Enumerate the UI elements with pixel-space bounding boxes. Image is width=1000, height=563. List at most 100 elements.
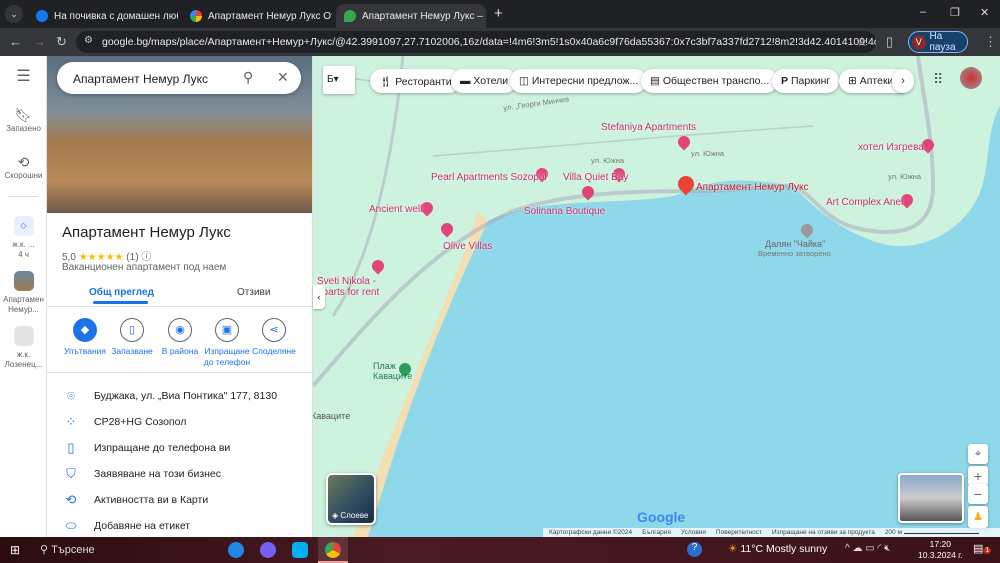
my-location-button[interactable]: ⌖ — [968, 444, 988, 464]
street-label: ул. Южна — [691, 149, 725, 158]
scale-bar[interactable]: 200 м — [885, 528, 979, 537]
maximize-button[interactable]: ❐ — [950, 6, 960, 19]
poi-label[interactable]: Solinaria Boutique — [524, 206, 605, 217]
tab-reviews[interactable]: Отзиви — [237, 287, 270, 298]
chrome-taskbar-button[interactable] — [318, 537, 348, 563]
map-canvas[interactable]: Б▾ 🍴︎ Ресторанти ▬ Хотели ◫ Интересни пр… — [313, 56, 1000, 537]
poi-label[interactable]: Плаж Кавацитe — [373, 361, 412, 381]
terms-link[interactable]: Условия — [681, 528, 706, 537]
divider — [8, 196, 38, 197]
tab-overview[interactable]: Общ преглед — [89, 287, 154, 298]
phone-icon: ▣ — [215, 318, 239, 342]
tab-reviews[interactable]: Апартамент Немур Лукс Отзиви✕ — [182, 4, 332, 28]
chip-parking[interactable]: P Паркинг — [772, 69, 840, 93]
search-icon: ⚲ — [40, 544, 49, 556]
help-icon[interactable]: ? — [687, 542, 702, 557]
taskbar-search[interactable]: ⚲ Търсене — [30, 540, 215, 560]
poi-label[interactable]: Pearl Apartments Sozopol — [431, 172, 547, 183]
selected-place-label[interactable]: Апартамент Немур Лукс — [696, 182, 809, 193]
crosshair-icon: ⌖ — [974, 448, 982, 460]
layers-icon: ◈ — [332, 511, 339, 520]
language-input-button[interactable]: Б▾ — [323, 66, 355, 94]
add-label-row[interactable]: ⬭ Добавяне на етикет — [47, 514, 312, 537]
pegman-icon[interactable]: ♟ — [968, 506, 988, 528]
parking-icon: P — [781, 75, 789, 87]
history-icon: ⟲ — [17, 154, 30, 170]
save-button[interactable]: ▯ Запазване — [107, 318, 157, 357]
plus-code-row[interactable]: ⁘ CP28+HG Созопол — [47, 410, 312, 436]
nearby-icon: ◉ — [168, 318, 192, 342]
new-tab-button[interactable]: + — [494, 5, 503, 22]
back-icon[interactable]: ← — [9, 34, 22, 49]
profile-button[interactable]: V На пауза — [908, 31, 968, 53]
poi-label[interactable]: Olive Villas — [443, 241, 492, 252]
nearby-button[interactable]: ◉ В района — [155, 318, 205, 357]
send-to-phone-button[interactable]: ▣ Изпращане до телефон — [202, 318, 252, 368]
chip-hotels[interactable]: ▬ Хотели — [451, 69, 518, 93]
share-button[interactable]: ⋖ Споделяне — [249, 318, 299, 357]
poi-label[interactable]: Stefaniya Apartments — [601, 122, 696, 133]
apps-grid-icon[interactable]: ⠿ — [933, 71, 943, 88]
privacy-link[interactable]: Поверителност — [716, 528, 762, 537]
close-window-button[interactable]: ✕ — [980, 6, 989, 19]
skype-icon[interactable] — [292, 542, 308, 558]
chip-transit[interactable]: ▤ Обществен транспо... — [641, 69, 779, 93]
edge-icon[interactable] — [228, 542, 244, 558]
bookmark-star-icon[interactable]: ☆ — [856, 34, 868, 50]
saved-button[interactable]: 🔖︎ Запазено — [0, 106, 47, 134]
search-input[interactable]: Апартамент Немур Лукс ⚲ ✕ — [57, 62, 301, 94]
viber-icon[interactable] — [260, 542, 276, 558]
collapse-panel-button[interactable]: ‹ — [313, 285, 325, 309]
bed-icon: ▬ — [460, 75, 471, 87]
clock[interactable]: 17:20 10.3.2024 г. — [918, 539, 963, 561]
url-input[interactable]: google.bg/maps/place/Апартамент+Немур+Лу… — [76, 31, 876, 53]
recent-button[interactable]: ⟲ Скорошни — [0, 153, 47, 181]
bookmark-icon: ▯ — [120, 318, 144, 342]
shield-check-icon: ⛉ — [66, 466, 76, 481]
tab-facebook[interactable]: На почивка с домашен любим...✕ — [28, 4, 178, 28]
site-info-icon[interactable]: ⚙ — [84, 35, 93, 46]
place-panel: Апартамент Немур Лукс ⚲ ✕ Апартамент Нем… — [47, 56, 313, 537]
poi-label[interactable]: Sveti Nikola - aparts for rent — [317, 276, 397, 298]
forward-icon[interactable]: → — [33, 34, 46, 49]
zoom-out-button[interactable]: − — [968, 484, 988, 504]
recent-item[interactable]: ◇ ж.к. ... 4 ч — [0, 216, 47, 260]
side-panel-icon[interactable]: ▯ — [886, 34, 893, 50]
hamburger-menu-icon[interactable]: ☰ — [0, 69, 47, 85]
zoom-in-button[interactable]: + — [968, 466, 988, 486]
send-to-phone-row[interactable]: ▯ Изпращане до телефона ви — [47, 436, 312, 462]
feedback-link[interactable]: Изпращане на отзиви за продукта — [772, 528, 875, 537]
directions-button[interactable]: ◆ Упътвания — [60, 318, 110, 357]
minimize-button[interactable]: – — [920, 6, 926, 18]
search-icon[interactable]: ⚲ — [243, 69, 253, 86]
close-icon[interactable]: ✕ — [277, 69, 289, 86]
poi-label[interactable]: Villa Quiet Bay — [563, 172, 628, 183]
poi-label[interactable]: хотел Изгрева — [858, 142, 924, 153]
claim-business-row[interactable]: ⛉ Заявяване на този бизнес — [47, 462, 312, 488]
windows-start-icon[interactable]: ⊞ — [10, 543, 20, 557]
chip-things-to-do[interactable]: ◫ Интересни предлож... — [510, 69, 648, 93]
recent-item[interactable]: ж.к. Лозенец... — [0, 326, 47, 370]
poi-label[interactable]: Далян "Чайка" — [765, 239, 825, 249]
region-link[interactable]: България — [642, 528, 671, 537]
account-avatar[interactable] — [960, 67, 982, 89]
weather-widget[interactable]: ☀ 11°C Mostly sunny — [728, 543, 827, 555]
maps-icon — [344, 10, 356, 22]
left-rail: ☰ 🔖︎ Запазено ⟲ Скорошни ◇ ж.к. ... 4 ч Апар… — [0, 56, 47, 537]
maps-activity-row[interactable]: ⟲ Активността ви в Карти — [47, 488, 312, 514]
street-view-preview[interactable] — [898, 473, 964, 523]
layers-button[interactable]: ◈ Слоеве — [326, 473, 376, 525]
notifications-icon[interactable]: ▤ 1 — [973, 542, 992, 555]
poi-label[interactable]: Art Complex Anel — [826, 197, 903, 208]
address-row[interactable]: ⌾ Буджака, ул. „Виа Понтика" 177, 8130 — [47, 384, 312, 410]
chips-next-button[interactable]: › — [892, 69, 914, 93]
tab-search-button[interactable]: ⌄ — [5, 5, 23, 23]
taskbar: ⊞ ⚲ Търсене ? ☀ 11°C Mostly sunny ^ ☁ ▭ … — [0, 537, 1000, 563]
tab-maps[interactable]: Апартамент Немур Лукс – Google✕ — [336, 4, 486, 28]
system-tray-icons[interactable]: ^ ☁ ▭ ◜ 🔇︎ — [845, 543, 890, 554]
recent-item[interactable]: Апартамен Немур... — [0, 271, 47, 315]
menu-icon[interactable]: ⋮ — [984, 34, 997, 50]
chip-restaurants[interactable]: 🍴︎ Ресторанти — [370, 69, 461, 93]
reload-icon[interactable]: ↻ — [56, 34, 67, 50]
poi-label[interactable]: Ancient well — [369, 204, 422, 215]
